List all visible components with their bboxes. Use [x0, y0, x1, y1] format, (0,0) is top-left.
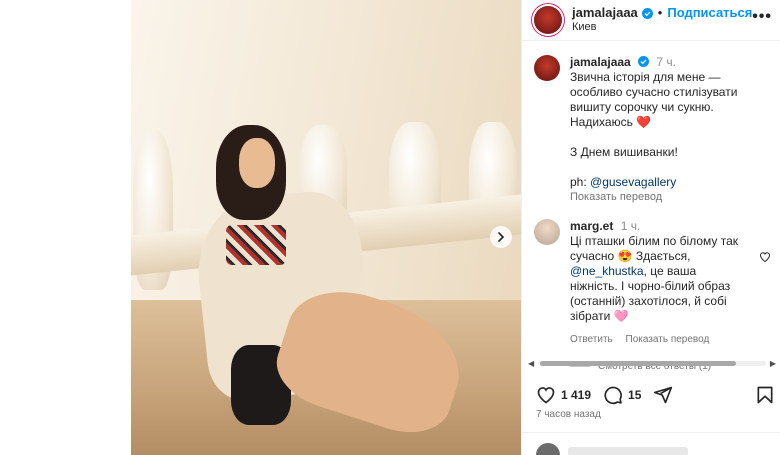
commenter-username[interactable]: marg.et — [570, 219, 613, 233]
mention-link[interactable]: @ne_khustka — [570, 264, 644, 278]
comment-text-part: Ці пташки білим по білому так сучасно 😍 … — [570, 234, 739, 263]
commenter-avatar[interactable] — [534, 219, 560, 245]
scrollbar-thumb[interactable] — [540, 361, 736, 366]
paper-plane-icon[interactable] — [653, 385, 673, 405]
more-options-icon[interactable]: ••• — [752, 8, 772, 26]
caption-time: 7 ч. — [656, 55, 676, 69]
caption-username[interactable]: jamalajaaa — [570, 55, 631, 69]
caption-author-avatar[interactable] — [534, 55, 560, 81]
post-actions-bar: 1 419 15 — [522, 382, 780, 408]
comment-time: 1 ч. — [620, 219, 641, 233]
follow-button[interactable]: Подписаться — [667, 6, 752, 20]
bookmark-icon[interactable] — [755, 385, 775, 405]
caption-line: Звична історія для мене — особливо сучас… — [570, 70, 738, 114]
caption-line: З Днем вишиванки! — [570, 145, 678, 159]
comment-item: marg.et 1 ч. Ці пташки білим по білому т… — [522, 205, 780, 347]
likes-count[interactable]: 1 419 — [561, 388, 591, 402]
caption-block: jamalajaaa 7 ч. Звична історія для мене … — [522, 41, 780, 205]
caption-line: ph: — [570, 175, 591, 189]
carousel-next-button[interactable] — [490, 226, 512, 248]
post-header: jamalajaaa • Подписаться Киев ••• — [522, 0, 780, 41]
speech-bubble-icon[interactable] — [603, 385, 623, 405]
comment-text: Ці пташки білим по білому так сучасно 😍 … — [570, 234, 745, 324]
post-side-panel: jamalajaaa • Подписаться Киев ••• jamala… — [521, 0, 780, 455]
scroll-left-arrow-icon[interactable]: ◀ — [528, 359, 534, 368]
post-photo[interactable] — [131, 0, 521, 455]
comments-count[interactable]: 15 — [628, 388, 641, 402]
comment-translate-link[interactable]: Показать перевод — [626, 334, 710, 345]
caption-text: Звична історія для мене — особливо сучас… — [570, 70, 765, 190]
current-user-avatar — [536, 443, 560, 455]
author-username[interactable]: jamalajaaa — [572, 6, 638, 20]
author-avatar[interactable] — [534, 6, 562, 34]
verified-badge-icon — [641, 7, 653, 19]
separator-dot: • — [657, 5, 663, 20]
caption-line — [570, 130, 765, 145]
photo-face — [239, 138, 275, 188]
caption-line: Надихаюсь ❤️ — [570, 115, 652, 129]
post-location[interactable]: Киев — [572, 20, 752, 34]
post-timestamp[interactable]: 7 часов назад — [536, 409, 601, 420]
verified-badge-icon — [638, 56, 650, 67]
horizontal-scrollbar[interactable]: ◀ ▶ — [528, 359, 776, 368]
left-backdrop — [0, 0, 131, 455]
reply-button[interactable]: Ответить — [570, 334, 613, 345]
photo-embroidery — [226, 225, 286, 265]
chevron-right-icon — [498, 232, 505, 242]
comment-like-heart-icon[interactable] — [759, 251, 771, 263]
caption-line — [570, 160, 765, 175]
photo-credit-link[interactable]: @gusevagallery — [590, 175, 676, 189]
comments-area: jamalajaaa 7 ч. Звична історія для мене … — [522, 41, 780, 374]
caption-translate-link[interactable]: Показать перевод — [570, 190, 765, 205]
add-comment-bar[interactable] — [522, 432, 780, 455]
scroll-right-arrow-icon[interactable]: ▶ — [770, 359, 776, 368]
heart-icon[interactable] — [536, 385, 556, 405]
add-comment-input[interactable] — [568, 447, 688, 455]
